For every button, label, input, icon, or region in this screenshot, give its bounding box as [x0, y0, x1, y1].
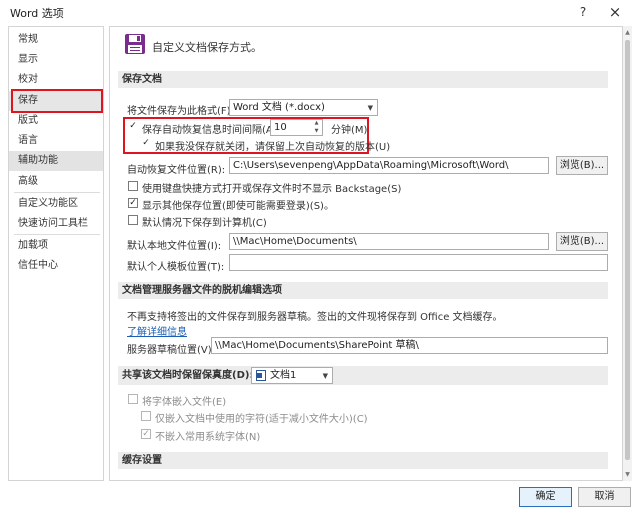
sidebar-item-accessibility[interactable]: 辅助功能 [9, 151, 103, 171]
offline-note: 不再支持将签出的文件保存到服务器草稿。签出的文件现将保存到 Office 文档缓… [127, 312, 503, 323]
ok-button[interactable]: 确定 [519, 487, 572, 507]
save-format-value: Word 文档 (*.docx) [233, 102, 325, 113]
autorecover-location-input[interactable]: C:\Users\sevenpeng\AppData\Roaming\Micro… [229, 157, 549, 174]
section-fidelity: 共享该文档时保留保真度(D): [118, 366, 608, 385]
cancel-button[interactable]: 取消 [578, 487, 631, 507]
server-drafts-label: 服务器草稿位置(V): [127, 345, 216, 356]
chevron-down-icon: ▼ [367, 104, 373, 112]
floppy-disk-icon [125, 34, 145, 54]
show-more-locations-label: 显示其他保存位置(即使可能需要登录)(S)。 [142, 201, 334, 212]
section-cache-settings: 缓存设置 [118, 452, 608, 469]
sidebar-item-language[interactable]: 语言 [9, 131, 103, 151]
title-bar [0, 0, 640, 26]
keep-last-version-label: 如果我没保存就关闭，请保留上次自动恢复的版本(U) [155, 142, 391, 153]
sidebar-item-addins[interactable]: 加载项 [9, 236, 103, 256]
keep-last-version-checkbox[interactable]: ✓ [141, 139, 151, 149]
local-location-input[interactable]: \\Mac\Home\Documents\ [229, 233, 549, 250]
help-button[interactable]: ? [572, 2, 594, 22]
server-drafts-input[interactable]: \\Mac\Home\Documents\SharePoint 草稿\ [211, 337, 608, 354]
sidebar-divider [14, 234, 100, 235]
browse-autorecover-button[interactable]: 浏览(B)... [556, 156, 608, 175]
autorecover-label: 保存自动恢复信息时间间隔(A) [142, 125, 277, 136]
embed-used-chars-label: 仅嵌入文档中使用的字符(适于减小文件大小)(C) [155, 414, 368, 425]
sidebar-divider [14, 192, 100, 193]
word-document-icon [256, 370, 266, 381]
scroll-thumb[interactable] [625, 40, 630, 460]
section-save-documents: 保存文档 [118, 71, 608, 88]
no-common-fonts-label: 不嵌入常用系统字体(N) [155, 432, 261, 443]
embed-fonts-label: 将字体嵌入文件(E) [142, 397, 227, 408]
sidebar-item-advanced[interactable]: 高级 [9, 172, 103, 192]
save-highlight-box [11, 89, 103, 113]
fidelity-document-value: 文档1 [270, 370, 297, 381]
learn-more-link[interactable]: 了解详细信息 [127, 323, 187, 338]
embed-used-chars-checkbox[interactable] [141, 411, 151, 421]
sidebar-item-quick-access[interactable]: 快速访问工具栏 [9, 214, 103, 234]
sidebar-item-display[interactable]: 显示 [9, 50, 103, 70]
embed-fonts-checkbox[interactable] [128, 394, 138, 404]
chevron-down-icon: ▼ [322, 372, 328, 380]
save-format-select[interactable]: Word 文档 (*.docx) ▼ [229, 99, 378, 116]
page-title: 自定义文档保存方式。 [152, 41, 262, 54]
sidebar-item-typography[interactable]: 版式 [9, 111, 103, 131]
section-offline-editing: 文档管理服务器文件的脱机编辑选项 [118, 282, 608, 299]
autorecover-location-label: 自动恢复文件位置(R): [127, 165, 226, 176]
fidelity-label: 共享该文档时保留保真度(D): [122, 370, 254, 381]
sidebar-item-general[interactable]: 常规 [9, 30, 103, 50]
save-format-label: 将文件保存为此格式(F): [127, 106, 234, 117]
autorecover-checkbox[interactable]: ✓ [128, 122, 138, 132]
sidebar-item-customize-ribbon[interactable]: 自定义功能区 [9, 194, 103, 214]
template-location-input[interactable] [229, 254, 608, 271]
scroll-up-arrow-icon[interactable]: ▲ [623, 28, 632, 37]
browse-local-button[interactable]: 浏览(B)... [556, 232, 608, 251]
window-title: Word 选项 [10, 7, 64, 20]
backstage-checkbox[interactable] [128, 181, 138, 191]
scroll-down-arrow-icon[interactable]: ▼ [623, 470, 632, 479]
template-location-label: 默认个人模板位置(T): [127, 262, 225, 273]
show-more-locations-checkbox[interactable]: ✓ [128, 198, 138, 208]
no-common-fonts-checkbox[interactable]: ✓ [141, 429, 151, 439]
fidelity-document-select[interactable]: 文档1 ▼ [251, 367, 333, 384]
save-to-computer-checkbox[interactable] [128, 215, 138, 225]
minutes-label: 分钟(M) [331, 125, 368, 136]
minutes-spinner[interactable]: ▲ ▼ [312, 119, 321, 136]
local-location-label: 默认本地文件位置(I): [127, 241, 222, 252]
sidebar-item-proofing[interactable]: 校对 [9, 70, 103, 90]
backstage-label: 使用键盘快捷方式打开或保存文件时不显示 Backstage(S) [142, 184, 402, 195]
save-to-computer-label: 默认情况下保存到计算机(C) [142, 218, 267, 229]
sidebar-item-trust-center[interactable]: 信任中心 [9, 256, 103, 276]
close-button[interactable]: × [604, 2, 626, 22]
